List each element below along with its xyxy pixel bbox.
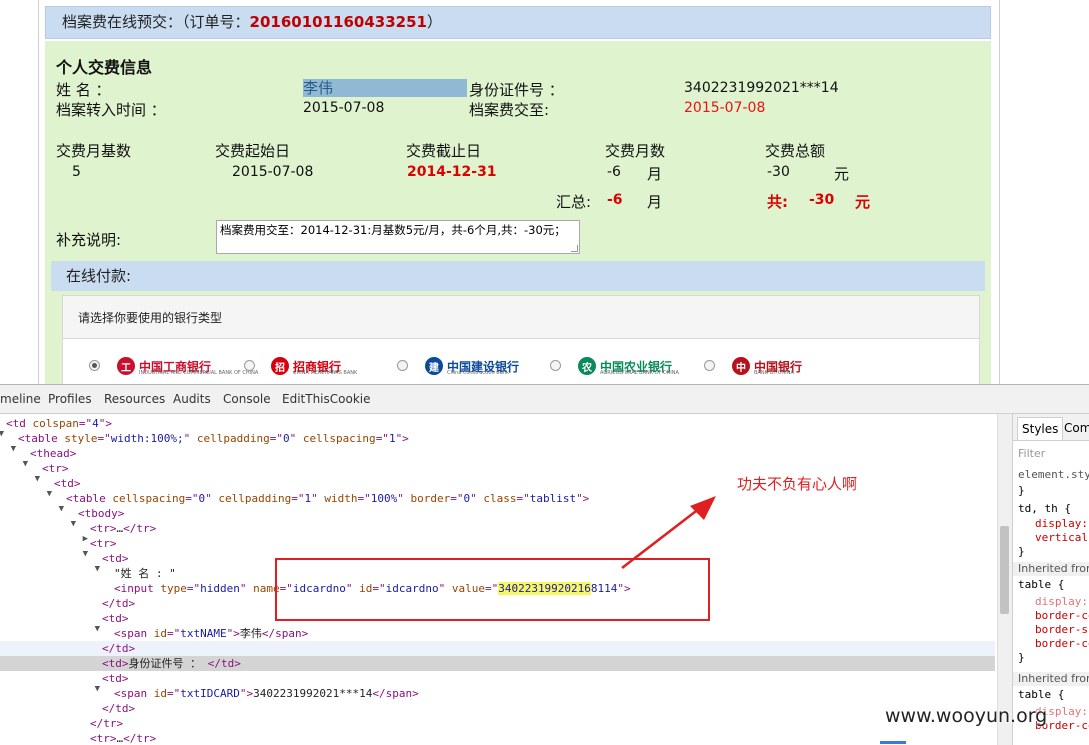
callout-text: 功夫不负有心人啊 (737, 475, 858, 493)
arrow-shaft (621, 507, 701, 569)
watermark: www.wooyun.org (885, 705, 1048, 727)
arrow-head (690, 496, 716, 520)
callout-arrow-icon (621, 496, 716, 569)
